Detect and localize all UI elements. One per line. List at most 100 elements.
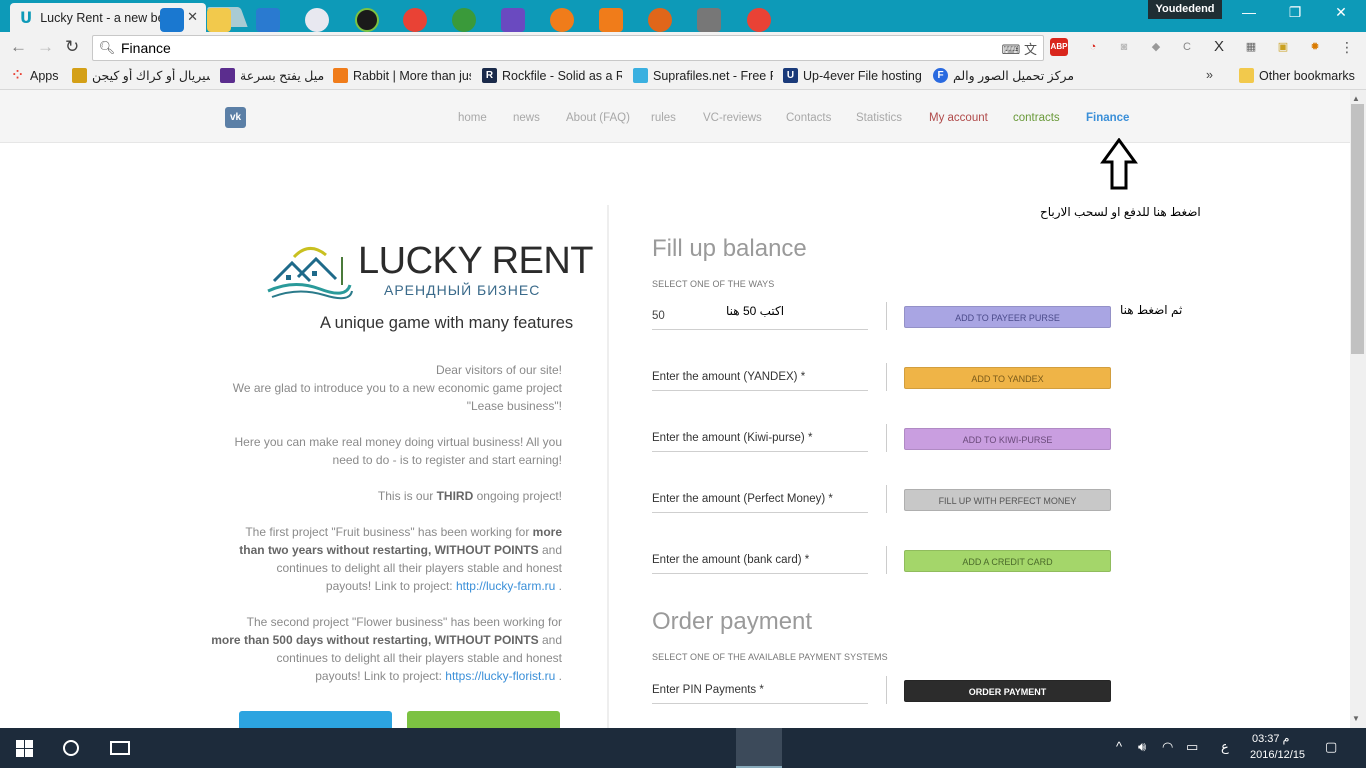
adblock-icon[interactable]: ABP [1050,38,1068,56]
lucky-rent-logo-icon [267,247,353,300]
fill-up-title: Fill up balance [652,235,807,262]
add-to-payeer-button[interactable]: ADD TO PAYEER PURSE [904,306,1111,328]
nav-my-account[interactable]: My account [929,112,988,124]
brand-name: LUCKY RENT [358,240,594,282]
battery-icon[interactable]: ▭ [1186,739,1198,755]
nav-home[interactable]: home [458,112,487,124]
bookmark-item[interactable]: R Rockfile - Solid as a R [482,68,622,83]
nav-news[interactable]: news [513,112,540,124]
nav-finance[interactable]: Finance [1086,112,1129,124]
network-icon[interactable]: ◠ [1162,739,1173,755]
chrome-icon[interactable] [403,8,427,32]
tray-expand-icon[interactable]: ^ [1116,739,1122,754]
x-extension-icon[interactable]: X [1210,38,1228,56]
bookmark-label: سيريال أو كراك أو كيجن [92,69,210,83]
app-icon[interactable] [452,8,476,32]
windows-start-icon[interactable] [16,740,33,757]
minimize-icon[interactable]: — [1234,4,1264,20]
perfect-money-amount-input[interactable]: Enter the amount (Perfect Money) * [652,485,868,513]
pin-payments-input[interactable]: Enter PIN Payments * [652,676,868,704]
scroll-down-icon[interactable]: ▼ [1352,714,1360,723]
itunes-icon[interactable] [305,8,329,32]
clock-date[interactable]: 2016/12/15 [1250,749,1305,761]
add-credit-card-button[interactable]: ADD A CREDIT CARD [904,550,1111,572]
extension-icon[interactable]: ◆ [1147,38,1165,56]
yandex-amount-input[interactable]: Enter the amount (YANDEX) * [652,363,868,391]
cortana-icon[interactable] [63,740,79,756]
other-bookmarks[interactable]: Other bookmarks [1239,68,1355,83]
app-icon[interactable] [550,8,574,32]
more-bookmarks-icon[interactable]: » [1206,68,1213,82]
annotation-button-hint: ثم اضغط هنا [1120,303,1183,317]
bookmark-item[interactable]: F مركز تحميل الصور والم [933,68,1073,83]
forward-icon[interactable]: → [37,37,54,57]
text-fragment: payouts! Link to project: [325,579,456,593]
nav-rules[interactable]: rules [651,112,676,124]
utorrent-icon[interactable] [355,8,379,32]
extension-icon[interactable]: ✹ [1306,38,1324,56]
perfect-money-button[interactable]: FILL UP WITH PERFECT MONEY [904,489,1111,511]
address-bar[interactable]: 🔍︎ Finance ⌨ 文 [92,35,1044,61]
bookmark-label: Apps [30,68,59,83]
volume-icon[interactable]: 🔊︎ [1138,739,1146,755]
restore-icon[interactable]: ❐ [1280,4,1310,21]
tab-strip: ᑌ Lucky Rent - a new best ✕ Youdedend — … [0,0,1366,32]
bookmark-item[interactable]: Suprafiles.net - Free F [633,68,773,83]
translate-icon[interactable]: ⌨ 文 [1002,39,1037,58]
chrome-taskbar-active[interactable] [736,728,782,768]
vk-icon[interactable]: vk [225,107,246,128]
kiwi-amount-input[interactable]: Enter the amount (Kiwi-purse) * [652,424,868,452]
extension-icon[interactable]: ▦ [1242,38,1260,56]
nav-vc-reviews[interactable]: VC-reviews [703,112,762,124]
scroll-up-icon[interactable]: ▲ [1352,94,1360,103]
notification-icon[interactable]: ▢ [1325,739,1337,755]
bookmark-item[interactable]: Rabbit | More than jus [333,68,471,83]
nav-contracts[interactable]: contracts [1013,112,1060,124]
extension-icon[interactable]: C [1178,38,1196,56]
bank-card-amount-input[interactable]: Enter the amount (bank card) * [652,546,868,574]
lucky-florist-link[interactable]: https://lucky-florist.ru [445,669,555,683]
separator [886,424,887,452]
bookmark-item[interactable]: U Up-4ever File hosting [783,68,923,83]
order-payment-button[interactable]: ORDER PAYMENT [904,680,1111,702]
chrome-icon[interactable] [747,8,771,32]
text-fragment: . [555,579,562,593]
text-fragment: and [538,633,562,647]
close-window-icon[interactable]: ✕ [1326,4,1356,21]
app-icon[interactable] [599,8,623,32]
bookmark-favicon-icon: U [783,68,798,83]
nav-statistics[interactable]: Statistics [856,112,902,124]
close-tab-icon[interactable]: ✕ [187,9,198,25]
edge-icon[interactable] [160,8,184,32]
nav-about[interactable]: About (FAQ) [566,112,630,124]
firefox-icon[interactable] [648,8,672,32]
lucky-farm-link[interactable]: http://lucky-farm.ru [456,579,555,593]
app-icon[interactable] [256,8,280,32]
intro-text: Dear visitors of our site! We are glad t… [233,361,562,415]
bookmark-item[interactable]: سيريال أو كراك أو كيجن [72,68,210,83]
extension-icon[interactable]: ▣ [1274,38,1292,56]
up-arrow-annotation-icon [1100,138,1138,190]
nav-contacts[interactable]: Contacts [786,112,831,124]
add-to-yandex-button[interactable]: ADD TO YANDEX [904,367,1111,389]
clock-time[interactable]: 03:37 م [1252,732,1289,745]
reload-icon[interactable]: ↻ [65,37,79,57]
fill-up-subtitle: SELECT ONE OF THE WAYS [652,279,775,289]
file-explorer-icon[interactable] [207,8,231,32]
order-payment-title: Order payment [652,608,813,635]
scrollbar-thumb[interactable] [1351,104,1364,354]
text-bold: more than 500 days without restarting, W… [211,633,539,647]
extension-icon[interactable]: ◔ [1084,38,1102,56]
bookmark-apps[interactable]: ⁘ Apps [10,68,59,83]
profile-badge[interactable]: Youdedend [1148,0,1222,19]
app-icon[interactable] [501,8,525,32]
back-icon[interactable]: ← [10,37,27,57]
add-to-kiwi-button[interactable]: ADD TO KIWI-PURSE [904,428,1111,450]
task-view-icon[interactable] [110,741,130,755]
camera-icon[interactable]: ◙ [1115,38,1133,56]
language-indicator[interactable]: ع [1221,739,1229,755]
menu-icon[interactable]: ⋮ [1338,38,1356,56]
separator [886,546,887,574]
bookmark-item[interactable]: اميل يفتح بسرعة [220,68,325,83]
app-icon[interactable] [697,8,721,32]
